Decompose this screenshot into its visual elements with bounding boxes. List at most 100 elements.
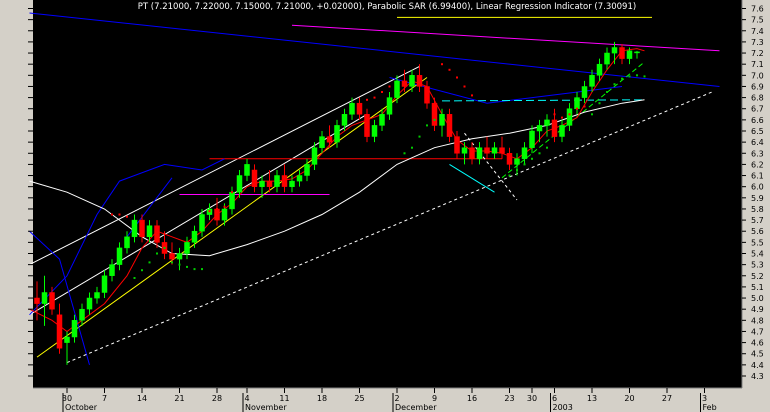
chart-title: PT (7.21000, 7.22000, 7.15000, 7.21000, … (138, 2, 636, 12)
y-tick-label: 6.1 (751, 172, 764, 181)
candle-body (34, 297, 40, 304)
sar-dot (628, 75, 631, 78)
x-tick-label: 2 (394, 394, 399, 403)
month-label: Feb (703, 403, 717, 412)
sar-dot (403, 152, 406, 155)
y-tick-label: 4.8 (751, 316, 764, 325)
sar-dot (538, 152, 541, 155)
sar-dot (418, 135, 421, 138)
candle-body (394, 80, 400, 98)
candle-body (341, 114, 348, 126)
candle-body (289, 180, 295, 187)
sar-dot (148, 261, 151, 264)
candle-body (356, 102, 363, 115)
y-tick-label: 7.4 (751, 27, 764, 36)
candle-body (199, 214, 205, 232)
y-tick-label: 4.7 (751, 328, 764, 337)
sar-dot (583, 105, 586, 108)
candle-body (139, 219, 145, 238)
month-label: 2003 (553, 403, 573, 412)
candle-body (529, 130, 535, 148)
candle-body (304, 164, 310, 176)
y-tick-label: 6.2 (751, 160, 764, 169)
sar-dot (621, 77, 623, 80)
x-tick-label: 21 (174, 394, 184, 403)
sar-dot (411, 146, 413, 149)
candle-body (446, 114, 453, 137)
sar-dot (373, 96, 376, 99)
candle-body (184, 242, 190, 254)
candle-body (49, 292, 55, 310)
candle-body (506, 153, 513, 165)
sar-dot (111, 213, 113, 216)
candle-body (439, 114, 445, 126)
y-tick-label: 5.0 (751, 294, 764, 303)
stock-chart: PT (7.21000, 7.22000, 7.15000, 7.21000, … (28, 0, 764, 412)
candle-body (169, 253, 175, 260)
sar-dot (126, 215, 128, 218)
candle-body (154, 225, 160, 243)
y-tick-label: 6.3 (751, 149, 764, 158)
month-label: October (65, 403, 98, 412)
sar-dot (456, 76, 458, 79)
x-tick-label: 20 (624, 394, 634, 403)
candle-body (386, 97, 393, 115)
candle-body (521, 147, 528, 160)
sar-dot (201, 268, 203, 271)
sar-dot (426, 124, 428, 127)
sar-dot (553, 113, 556, 116)
candle-body (214, 208, 220, 221)
candle-body (229, 191, 235, 210)
x-tick-label: 6 (552, 394, 557, 403)
candle-body (109, 264, 115, 276)
candle-body (514, 158, 520, 165)
y-tick-label: 5.4 (751, 250, 764, 259)
candle-body (251, 169, 258, 187)
sar-dot (118, 213, 121, 216)
candle-body (499, 147, 505, 154)
sar-dot (133, 277, 136, 279)
candle-body (236, 175, 243, 193)
sar-dot (193, 268, 196, 271)
candle-body (311, 147, 318, 165)
x-tick-label: 23 (504, 394, 514, 403)
sar-dot (561, 116, 563, 119)
candle-body (146, 225, 153, 238)
y-tick-label: 5.9 (751, 194, 764, 203)
candle-body (626, 50, 633, 59)
sar-dot (223, 205, 226, 208)
candle-body (296, 175, 303, 182)
y-tick-label: 4.3 (751, 372, 764, 381)
y-tick-label: 4.9 (751, 305, 764, 314)
candle-body (176, 253, 183, 260)
sar-dot (508, 174, 511, 177)
candle-body (476, 147, 483, 160)
candle-body (484, 147, 490, 154)
candle-body (574, 97, 580, 109)
candle-body (589, 75, 595, 87)
candle-body (401, 80, 408, 87)
y-tick-label: 5.8 (751, 205, 764, 214)
candle-body (581, 86, 588, 98)
candle-body (416, 75, 423, 87)
candle-body (266, 180, 273, 187)
x-axis: 30 7 14 21 28 4 11 18 25 2 9 16 23 30 6 13 20 27 3October N… (62, 388, 717, 412)
sar-dot (163, 246, 166, 249)
candle-body (634, 51, 640, 54)
candle-body (461, 147, 468, 154)
sar-dot (516, 169, 518, 171)
sar-dot (546, 146, 548, 149)
candle-body (94, 292, 100, 299)
x-tick-label: 4 (244, 394, 249, 403)
sar-dot (381, 91, 383, 93)
y-tick-label: 6.8 (751, 94, 764, 103)
y-tick-label: 5.1 (751, 283, 764, 292)
y-tick-label: 6.6 (751, 116, 764, 125)
candle-body (469, 147, 475, 160)
y-tick-label: 6.7 (751, 105, 764, 114)
sar-dot (576, 107, 578, 110)
sar-dot (141, 269, 143, 272)
candle-body (259, 180, 265, 187)
y-tick-label: 7.5 (751, 16, 764, 25)
y-tick-label: 7.3 (751, 38, 764, 47)
